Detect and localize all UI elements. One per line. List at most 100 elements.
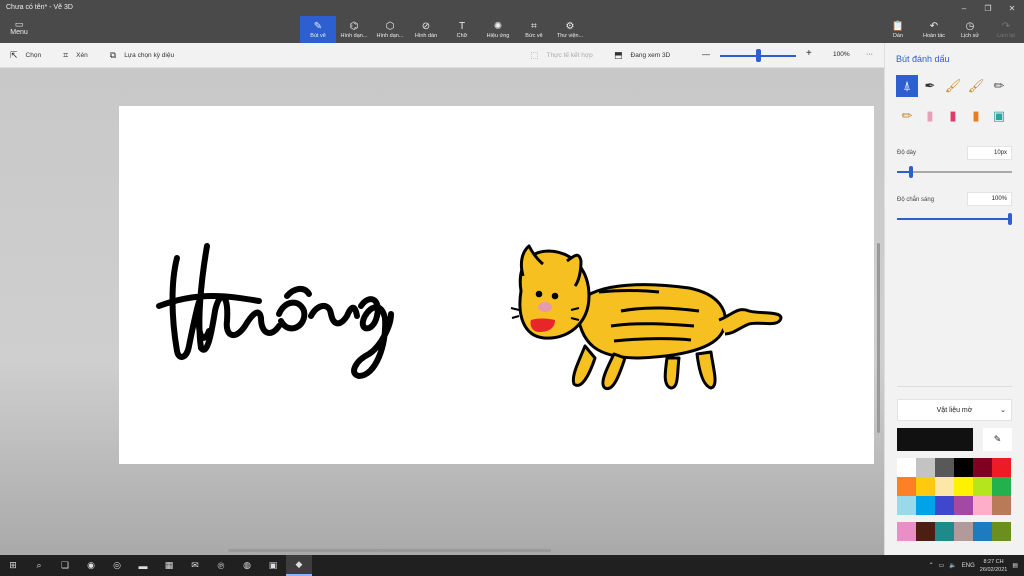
shapes-2d-icon: ⌬ [349,20,359,32]
opacity-slider-thumb[interactable] [1008,213,1012,225]
edge-icon[interactable]: ◉ [78,555,104,576]
paste-button[interactable]: 📋 Dán [880,16,916,43]
color-swatch[interactable] [897,496,916,515]
tab-text[interactable]: T Chữ [444,16,480,43]
tab-brush[interactable]: ✎ Bút vẽ [300,16,336,43]
tab-shapes-2d[interactable]: ⌬ Hình dạn... [336,16,372,43]
color-swatch[interactable] [916,477,935,496]
pixel-pen-brush-button[interactable]: ✏ [988,75,1010,97]
material-dropdown[interactable]: Vật liệu mờ ⌄ [897,399,1012,421]
zoom-icon[interactable]: ▣ [260,555,286,576]
color-swatch[interactable] [935,496,954,515]
color-swatch[interactable] [935,477,954,496]
thickness-slider-thumb[interactable] [908,166,913,178]
current-color-swatch[interactable] [897,428,973,451]
zoom-slider-thumb[interactable] [756,49,761,62]
color-swatch[interactable] [954,458,973,477]
drawing-canvas[interactable] [119,106,874,464]
chevron-up-icon[interactable]: ⌃ [929,562,934,569]
custom-color-swatch[interactable] [992,522,1011,541]
tab-effects[interactable]: ✺ Hiệu ứng [480,16,516,43]
crayon-brush-button[interactable]: ▮ [942,105,964,127]
more-options-button[interactable]: ··· [866,51,873,58]
paint-3d-icon[interactable]: ◆ [286,555,312,576]
task-view-icon[interactable]: ❏ [52,555,78,576]
marker-brush-button[interactable]: ⍋ [896,75,918,97]
tab-stickers[interactable]: ⊘ Hình dán [408,16,444,43]
zoom-out-button[interactable]: — [702,50,710,59]
color-swatch[interactable] [897,477,916,496]
color-swatch[interactable] [935,458,954,477]
eraser-brush-button[interactable]: ▮ [919,105,941,127]
color-swatch[interactable] [954,496,973,515]
color-swatch[interactable] [992,477,1011,496]
watercolor-brush-button[interactable]: 🖌 [965,75,987,97]
mixed-reality-button[interactable]: ⬚ Thực tế kết hợp [530,50,593,61]
crop-label: Xén [76,51,88,59]
color-swatch[interactable] [897,458,916,477]
calligraphy-pen-brush-button[interactable]: ✒ [919,75,941,97]
action-label: Làm lại [997,32,1015,39]
menu-button[interactable]: ▭ Menu [8,19,30,36]
tab-library[interactable]: ⚙ Thư viện... [552,16,588,43]
mail-icon[interactable]: ✉ [182,555,208,576]
language-indicator[interactable]: ENG [962,563,975,569]
eyedropper-button[interactable]: ✎ [983,428,1012,451]
folder-icon: ▭ [14,19,24,29]
horizontal-scrollbar[interactable] [228,549,551,552]
spray-can-brush-button[interactable]: ▮ [965,105,987,127]
custom-color-swatch[interactable] [916,522,935,541]
search-icon[interactable]: ⌕ [26,555,52,576]
fill-bucket-brush-button[interactable]: ▣ [988,105,1010,127]
thickness-input[interactable]: 10px [967,146,1012,160]
custom-color-swatch[interactable] [897,522,916,541]
undo-button[interactable]: ↶ Hoàn tác [916,16,952,43]
select-button[interactable]: ⇱ Chọn [10,50,41,61]
color-swatch[interactable] [992,458,1011,477]
clock[interactable]: 8:27 CH 26/02/2021 [980,558,1008,574]
window-title: Chưa có tên* - Vẽ 3D [6,4,73,11]
volume-icon[interactable]: 🔈 [949,562,956,569]
minimize-button[interactable]: – [952,0,976,16]
panel-title: Bút đánh dấu [896,54,950,64]
windows-start-icon[interactable]: ⊞ [0,555,26,576]
custom-color-swatch[interactable] [973,522,992,541]
history-button[interactable]: ◷ Lịch sử [952,16,988,43]
oil-brush-brush-button[interactable]: 🖌 [942,75,964,97]
store-icon[interactable]: ▦ [156,555,182,576]
opacity-slider[interactable] [897,213,1012,225]
tab-canvas[interactable]: ⌗ Bức vẽ [516,16,552,43]
color-swatch[interactable] [954,477,973,496]
pencil-brush-button[interactable]: ✏ [896,105,918,127]
chrome-icon[interactable]: ◎ [104,555,130,576]
redo-button[interactable]: ↷ Làm lại [988,16,1024,43]
spotify-icon[interactable]: ◍ [234,555,260,576]
thickness-slider[interactable] [897,166,1012,178]
view-3d-button[interactable]: ⬒ Đang xem 3D [614,50,670,61]
color-swatch[interactable] [973,496,992,515]
color-swatch[interactable] [916,496,935,515]
material-label: Vật liệu mờ [936,406,973,414]
zoom-percent[interactable]: 100% [833,51,850,58]
maximize-button[interactable]: ❐ [976,0,1000,16]
custom-color-swatch[interactable] [954,522,973,541]
color-swatch[interactable] [973,477,992,496]
close-button[interactable]: ✕ [1000,0,1024,16]
opacity-input[interactable]: 100% [967,192,1012,206]
tab-shapes-3d[interactable]: ⬡ Hình dạn... [372,16,408,43]
title-command-bar: Chưa có tên* - Vẽ 3D – ❐ ✕ ▭ Menu ✎ Bút v… [0,0,1024,43]
zoom-in-button[interactable]: + [806,48,812,59]
pinterest-icon[interactable]: ℗ [208,555,234,576]
file-explorer-icon[interactable]: ▬ [130,555,156,576]
opacity-label: Độ chắn sáng [897,197,935,203]
crop-button[interactable]: ⌗ Xén [63,50,88,61]
custom-color-swatch[interactable] [935,522,954,541]
notifications-icon[interactable]: ▤ [1012,562,1018,569]
color-swatch[interactable] [973,458,992,477]
vertical-scrollbar[interactable] [877,243,880,433]
color-swatch[interactable] [992,496,1011,515]
network-icon[interactable]: ▭ [939,562,945,569]
undo-icon: ↶ [929,20,939,32]
magic-select-button[interactable]: ⧉ Lựa chọn kỳ diệu [110,50,174,61]
color-swatch[interactable] [916,458,935,477]
